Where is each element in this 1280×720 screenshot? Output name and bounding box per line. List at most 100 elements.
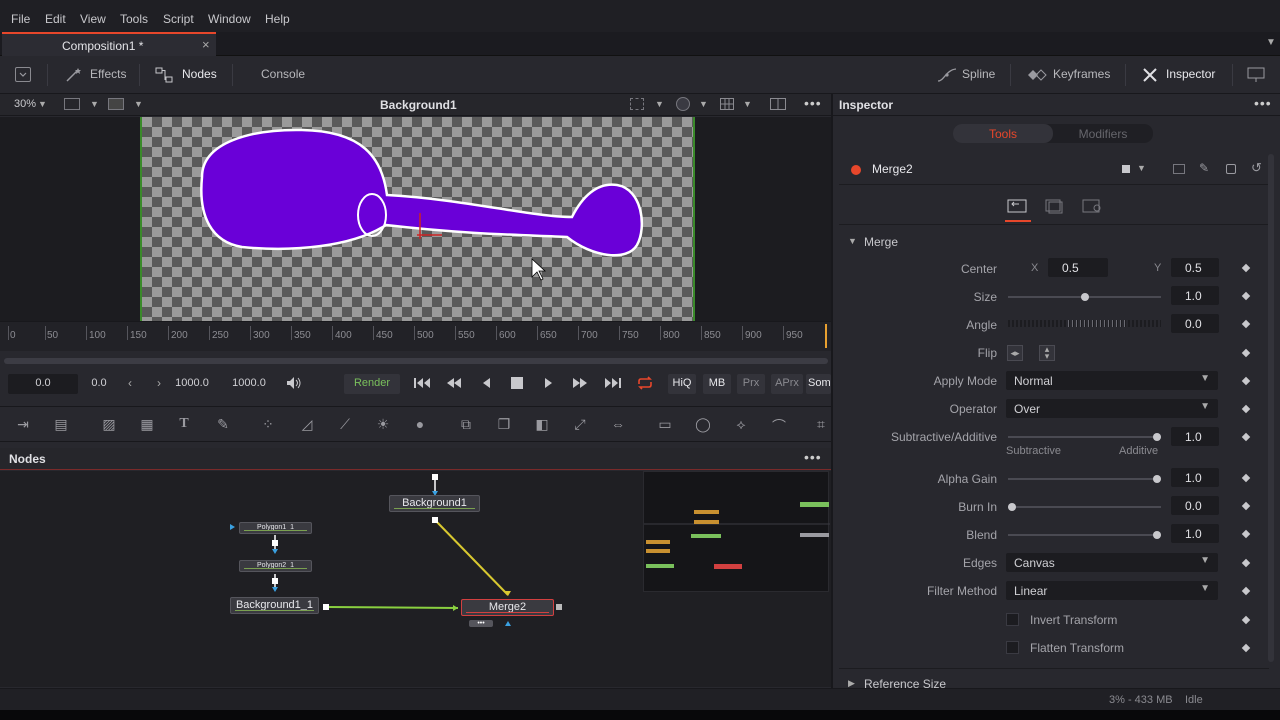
node-background1[interactable]: Background1 xyxy=(389,495,480,512)
reset-icon[interactable]: ↺ xyxy=(1251,160,1262,176)
nodes-more-icon[interactable]: ••• xyxy=(804,449,822,465)
brightness-icon[interactable]: ☀ xyxy=(374,416,392,434)
chevron-down-icon[interactable]: ▼ xyxy=(743,99,752,109)
viewer-options-icon[interactable] xyxy=(108,98,124,110)
invert-transform-keyframe-icon[interactable] xyxy=(1241,615,1251,625)
size-keyframe-icon[interactable] xyxy=(1241,291,1251,301)
viewer-canvas[interactable] xyxy=(140,117,695,321)
menu-window[interactable]: Window xyxy=(208,12,251,26)
paint-icon[interactable]: ✎ xyxy=(214,416,232,434)
versions-icon[interactable] xyxy=(1173,164,1185,174)
render-end-field[interactable]: 1000.0 xyxy=(170,374,214,394)
size-slider-knob[interactable] xyxy=(1081,293,1089,301)
time-ruler[interactable]: 0 50 100 150 200 250 300 350 400 450 500… xyxy=(0,321,831,351)
blend-keyframe-icon[interactable] xyxy=(1241,529,1251,539)
curves-icon[interactable]: ⟋ xyxy=(336,416,354,434)
polygon-mask-icon[interactable]: ⟡ xyxy=(732,416,750,434)
lock-icon[interactable] xyxy=(1226,164,1236,174)
alpha-gain-keyframe-icon[interactable] xyxy=(1241,473,1251,483)
node-navigator[interactable] xyxy=(643,471,830,592)
mask-input-icon[interactable]: ••• xyxy=(469,620,493,627)
blend-knob[interactable] xyxy=(1153,531,1161,539)
rectangle-mask-icon[interactable]: ▭ xyxy=(656,416,674,434)
flip-vertical-icon[interactable]: ▴ ▾ xyxy=(1039,345,1055,361)
angle-keyframe-icon[interactable] xyxy=(1241,319,1251,329)
render-start-field[interactable]: 0.0 xyxy=(8,374,78,394)
stop-icon[interactable] xyxy=(511,377,523,389)
operator-keyframe-icon[interactable] xyxy=(1241,404,1251,414)
saver-icon[interactable]: ▤ xyxy=(52,416,70,434)
blur-icon[interactable]: ● xyxy=(411,416,429,434)
tool-enable-icon[interactable] xyxy=(851,165,861,175)
subtractive-additive-keyframe-icon[interactable] xyxy=(1241,432,1251,442)
effects-button[interactable]: Effects xyxy=(90,67,126,81)
auto-proxy-button[interactable]: APrx xyxy=(771,374,803,394)
node-editor[interactable]: Background1 Polygon1_1 Polygon2_1 Backgr… xyxy=(0,471,831,687)
color-correct-icon[interactable]: ◿ xyxy=(298,416,316,434)
inspector-button[interactable]: Inspector xyxy=(1166,67,1215,81)
chevron-down-icon[interactable]: ▼ xyxy=(655,99,664,109)
burn-in-slider[interactable] xyxy=(1008,503,1161,511)
node-polygon1-1[interactable]: Polygon1_1 xyxy=(239,522,312,534)
size-field[interactable]: 1.0 xyxy=(1171,286,1219,305)
time-scrollbar[interactable] xyxy=(4,358,828,364)
proxy-button[interactable]: Prx xyxy=(737,374,765,394)
alpha-gain-slider[interactable] xyxy=(1008,475,1161,483)
section-chevron-icon[interactable]: ▼ xyxy=(848,236,857,246)
pin-icon[interactable]: ✎ xyxy=(1199,161,1209,175)
split-view-icon[interactable] xyxy=(770,98,786,110)
menu-file[interactable]: File xyxy=(11,12,30,26)
go-to-end-icon[interactable] xyxy=(603,375,623,391)
apply-mode-keyframe-icon[interactable] xyxy=(1241,376,1251,386)
lut-icon[interactable] xyxy=(676,97,690,111)
flatten-transform-checkbox[interactable] xyxy=(1006,641,1019,654)
section-merge-title[interactable]: Merge xyxy=(864,235,898,249)
burn-in-keyframe-icon[interactable] xyxy=(1241,501,1251,511)
current-time-field[interactable]: 0.0 xyxy=(80,374,118,394)
roi-icon[interactable] xyxy=(630,98,644,110)
ellipse-mask-icon[interactable]: ◯ xyxy=(694,416,712,434)
size-slider[interactable] xyxy=(1008,293,1161,301)
settings-tab-icon[interactable] xyxy=(1081,198,1105,214)
edges-keyframe-icon[interactable] xyxy=(1241,558,1251,568)
rewind-icon[interactable] xyxy=(444,375,464,391)
angle-field[interactable]: 0.0 xyxy=(1171,314,1219,333)
blend-field[interactable]: 1.0 xyxy=(1171,524,1219,543)
menu-script[interactable]: Script xyxy=(163,12,194,26)
panel-collapse-icon[interactable] xyxy=(15,67,31,82)
filter-method-keyframe-icon[interactable] xyxy=(1241,586,1251,596)
channels-tab-icon[interactable] xyxy=(1044,198,1064,214)
filter-method-dropdown[interactable]: Linear ▼ xyxy=(1006,581,1218,600)
blend-slider[interactable] xyxy=(1008,531,1161,539)
node-merge2[interactable]: Merge2 xyxy=(461,599,554,616)
fast-forward-icon[interactable] xyxy=(570,375,590,391)
subtractive-additive-knob[interactable] xyxy=(1153,433,1161,441)
node-background1-1[interactable]: Background1_1 xyxy=(230,597,319,614)
chevron-down-icon[interactable]: ▼ xyxy=(90,99,99,109)
nodes-button[interactable]: Nodes xyxy=(182,67,217,81)
merge-icon[interactable]: ◧ xyxy=(533,416,551,434)
keyframes-button[interactable]: Keyframes xyxy=(1053,67,1110,81)
play-reverse-icon[interactable] xyxy=(480,375,492,391)
console-button[interactable]: Console xyxy=(261,67,305,81)
playhead-end[interactable] xyxy=(825,324,827,348)
hiq-button[interactable]: HiQ xyxy=(668,374,696,394)
menu-edit[interactable]: Edit xyxy=(45,12,66,26)
tracker-icon[interactable]: ⌗ xyxy=(812,416,830,434)
apply-mode-dropdown[interactable]: Normal ▼ xyxy=(1006,371,1218,390)
chevron-down-icon[interactable]: ▼ xyxy=(134,99,143,109)
tab-overflow-chevron-icon[interactable]: ▼ xyxy=(1266,37,1276,48)
edges-dropdown[interactable]: Canvas ▼ xyxy=(1006,553,1218,572)
inspector-more-icon[interactable]: ••• xyxy=(1254,95,1272,111)
zoom-level[interactable]: 30% xyxy=(14,98,36,110)
subtractive-additive-field[interactable]: 1.0 xyxy=(1171,427,1219,446)
spline-button[interactable]: Spline xyxy=(962,67,995,81)
viewer-layout-icon[interactable] xyxy=(64,98,80,110)
zoom-chevron-down-icon[interactable]: ▼ xyxy=(38,99,47,109)
step-back-icon[interactable]: ‹ xyxy=(128,376,132,390)
center-y-field[interactable]: 0.5 xyxy=(1171,258,1219,277)
channel-booleans-icon[interactable]: ⧉ xyxy=(457,416,475,434)
flatten-transform-keyframe-icon[interactable] xyxy=(1241,643,1251,653)
flip-horizontal-icon[interactable]: ◂▸ xyxy=(1007,345,1023,361)
global-end-field[interactable]: 1000.0 xyxy=(226,374,272,394)
